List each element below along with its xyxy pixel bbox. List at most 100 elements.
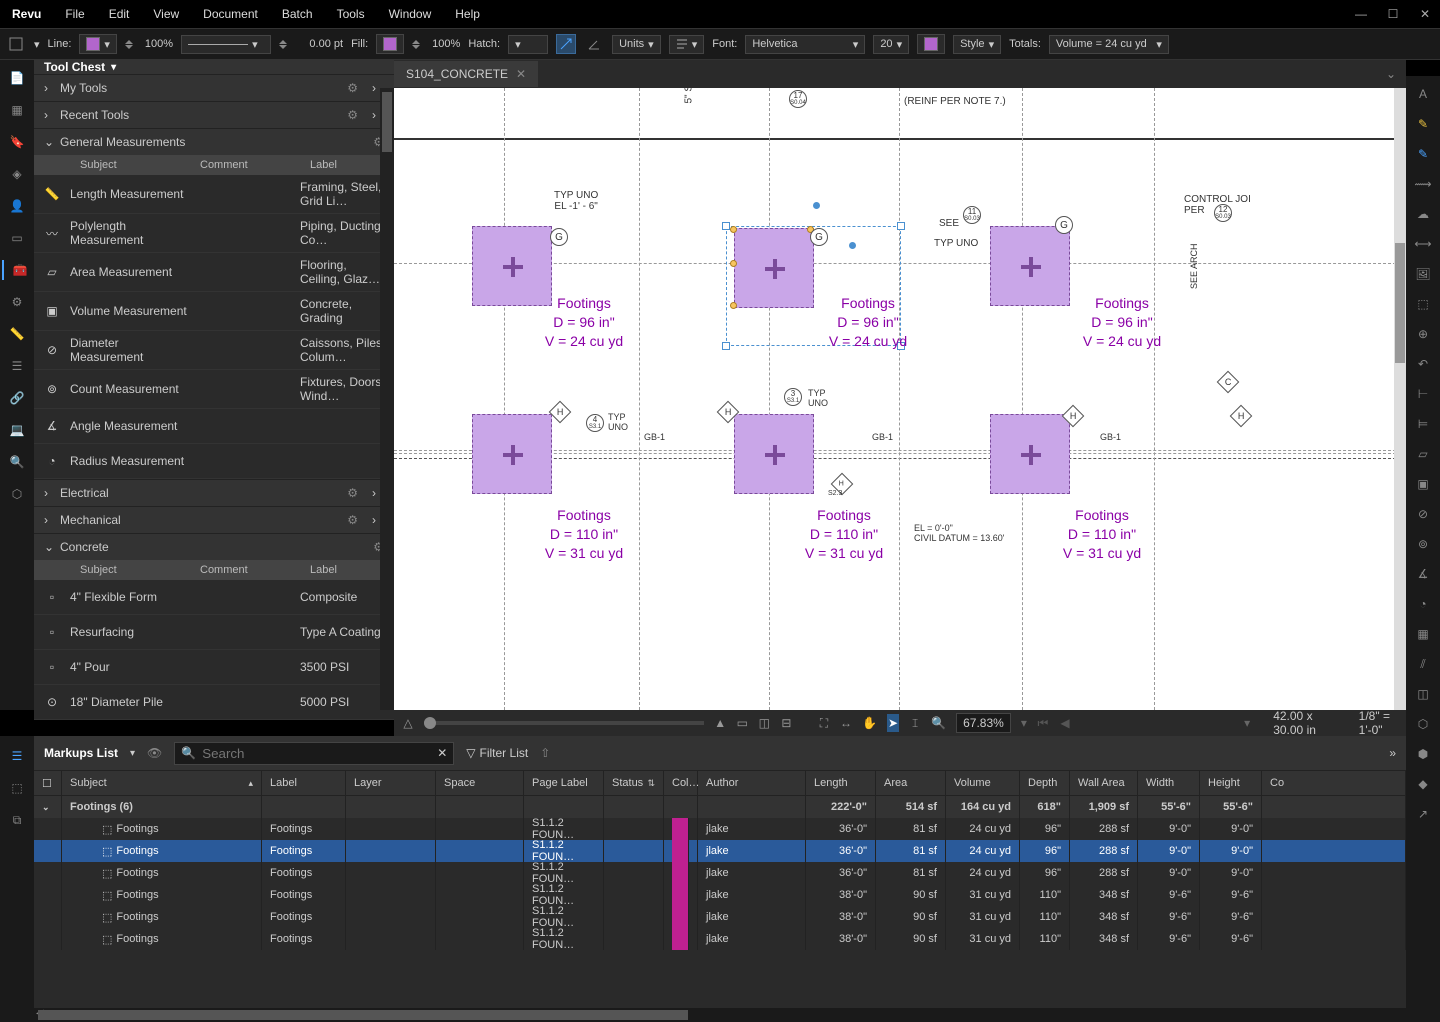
zoom-icon[interactable]: 🔍 [931, 714, 946, 732]
filter-button[interactable]: ▽Filter List [466, 746, 528, 760]
menu-edit[interactable]: Edit [109, 7, 130, 21]
text-select-icon[interactable]: 𝙸 [909, 714, 921, 732]
stamp-icon[interactable]: ⊕ [1413, 324, 1433, 344]
page-slider[interactable] [424, 721, 704, 725]
properties-icon[interactable]: ▭ [7, 228, 27, 248]
line-tool-icon[interactable]: ⟿ [1413, 174, 1433, 194]
menu-help[interactable]: Help [455, 7, 480, 21]
expand-icon[interactable]: » [1389, 746, 1396, 760]
pan-icon[interactable]: ✋ [862, 714, 877, 732]
select-icon[interactable]: ➤ [887, 714, 899, 732]
layers-icon[interactable]: ◈ [7, 164, 27, 184]
toolchest-row[interactable]: ▫4" Pour3500 PSI [34, 650, 394, 685]
menu-batch[interactable]: Batch [282, 7, 313, 21]
forms-icon[interactable]: ☰ [7, 356, 27, 376]
gear-icon[interactable]: ⚙ [347, 513, 358, 527]
measure-angle-icon[interactable]: ∡ [1413, 564, 1433, 584]
fit-width-icon[interactable]: ↔ [840, 714, 852, 732]
toolchest-row[interactable]: ⊙18" Diameter Pile5000 PSI [34, 685, 394, 720]
line-style-picker[interactable]: ▾ [181, 35, 271, 54]
measure-length-icon[interactable]: ⊢ [1413, 384, 1433, 404]
hide-icon[interactable]: 👁 [147, 746, 162, 760]
menu-document[interactable]: Document [203, 7, 258, 21]
footing-markup[interactable] [734, 414, 814, 494]
fit-page-icon[interactable]: ⛶ [818, 714, 830, 732]
col-author[interactable]: Author [698, 771, 806, 795]
document-tab[interactable]: S104_CONCRETE✕ [394, 61, 538, 87]
col-checkbox[interactable]: ☐ [34, 771, 62, 795]
dimension-icon[interactable]: ⟷ [1413, 234, 1433, 254]
chevron-down-icon[interactable]: ⌄ [1386, 67, 1396, 81]
menu-file[interactable]: File [65, 7, 84, 21]
rotate-handle[interactable] [813, 202, 820, 209]
studio-icon[interactable]: 💻 [7, 420, 27, 440]
clear-search-icon[interactable]: ✕ [437, 746, 447, 760]
canvas-vscroll[interactable] [1394, 88, 1406, 710]
shape-3-icon[interactable]: ◆ [1413, 774, 1433, 794]
col-wall-area[interactable]: Wall Area [1070, 771, 1138, 795]
measure-poly-icon[interactable]: ⊨ [1413, 414, 1433, 434]
measure-count-icon[interactable]: ⊚ [1413, 534, 1433, 554]
section-concrete[interactable]: ⌄Concrete⚙ [34, 533, 394, 560]
col-depth[interactable]: Depth [1020, 771, 1070, 795]
col-label[interactable]: Label [262, 771, 346, 795]
gear-icon[interactable]: ⚙ [347, 108, 358, 122]
markups-row[interactable]: ⬚Footings Footings S1.1.2 FOUN… jlake 38… [34, 928, 1406, 950]
col-subject[interactable]: Subject▴ [62, 771, 262, 795]
line-color-picker[interactable]: ▾ [79, 34, 117, 54]
menu-view[interactable]: View [153, 7, 179, 21]
3d-icon[interactable]: ⬚ [7, 778, 27, 798]
close-icon[interactable]: ✕ [1418, 7, 1432, 21]
units-picker[interactable]: Units▾ [612, 35, 661, 54]
section-my-tools[interactable]: ›My Tools⚙› [34, 74, 394, 101]
pen-icon[interactable]: ✎ [1413, 144, 1433, 164]
line-width-spinner[interactable] [125, 40, 137, 49]
triangle-down-icon[interactable]: ▲ [714, 714, 726, 732]
thumbnails-icon[interactable]: ▦ [7, 100, 27, 120]
bookmarks-icon[interactable]: 🔖 [7, 132, 27, 152]
split-vert-icon[interactable]: ◫ [758, 714, 770, 732]
toolchest-row[interactable]: 〰Polylength MeasurementPiping, Ducting, … [34, 214, 394, 253]
first-page-icon[interactable]: ⏮ [1037, 714, 1049, 732]
file-access-icon[interactable]: 📄 [7, 68, 27, 88]
toolchest-row[interactable]: 📏Length MeasurementFraming, Steel, Grid … [34, 175, 394, 214]
single-page-icon[interactable]: ▭ [736, 714, 748, 732]
rotate-handle[interactable] [849, 242, 856, 249]
markups-group-row[interactable]: ⌄ Footings (6) 222'-0" 514 sf 164 cu yd … [34, 796, 1406, 818]
col-area[interactable]: Area [876, 771, 946, 795]
export-icon[interactable]: ⇧ [540, 746, 550, 760]
markups-row[interactable]: ⬚Footings Footings S1.1.2 FOUN… jlake 38… [34, 884, 1406, 906]
measure-diameter-icon[interactable]: ⊘ [1413, 504, 1433, 524]
section-general-measurements[interactable]: ⌄General Measurements⚙ [34, 128, 394, 155]
toolchest-row[interactable]: ⊘Diameter MeasurementCaissons, Piles, Co… [34, 331, 394, 370]
measure-area-icon[interactable]: ▱ [1413, 444, 1433, 464]
toolchest-row[interactable]: ∡Angle Measurement [34, 409, 394, 444]
section-mechanical[interactable]: ›Mechanical⚙› [34, 506, 394, 533]
toolchest-icon[interactable]: 🧰 [2, 260, 32, 280]
markups-hscroll[interactable]: ◀ [34, 1008, 1406, 1022]
toolchest-row[interactable]: ▫4" Flexible FormComposite [34, 580, 394, 615]
markups-search[interactable]: 🔍 ✕ [174, 742, 454, 765]
prev-page-icon[interactable]: ◀ [1059, 714, 1071, 732]
markups-row[interactable]: ⬚Footings Footings S1.1.2 FOUN… jlake 36… [34, 862, 1406, 884]
shape-1-icon[interactable]: ⬡ [1413, 714, 1433, 734]
toolchest-row[interactable]: ▫ResurfacingType A Coating [34, 615, 394, 650]
gear-icon[interactable]: ⚙ [347, 486, 358, 500]
sets-icon[interactable]: ⬡ [7, 484, 27, 504]
markups-row[interactable]: ⬚Footings Footings S1.1.2 FOUN… jlake 38… [34, 906, 1406, 928]
font-size-picker[interactable]: 20▾ [873, 35, 909, 54]
markups-list-icon[interactable]: ☰ [7, 746, 27, 766]
text-box-icon[interactable]: A [1413, 84, 1433, 104]
section-electrical[interactable]: ›Electrical⚙› [34, 479, 394, 506]
undo-icon[interactable]: ↶ [1413, 354, 1433, 374]
dynamic-fill-icon[interactable]: ▦ [1413, 624, 1433, 644]
pt-spinner[interactable] [279, 40, 291, 49]
polylength-icon[interactable]: ⫽ [1413, 654, 1433, 674]
highlight-icon[interactable]: ✎ [1413, 114, 1433, 134]
maximize-icon[interactable]: ☐ [1386, 7, 1400, 21]
cloud-icon[interactable]: ☁ [1413, 204, 1433, 224]
search-input[interactable] [202, 746, 431, 761]
markups-row[interactable]: ⬚Footings Footings S1.1.2 FOUN… jlake 36… [34, 840, 1406, 862]
links-icon[interactable]: 🔗 [7, 388, 27, 408]
gear-icon[interactable]: ⚙ [7, 292, 27, 312]
